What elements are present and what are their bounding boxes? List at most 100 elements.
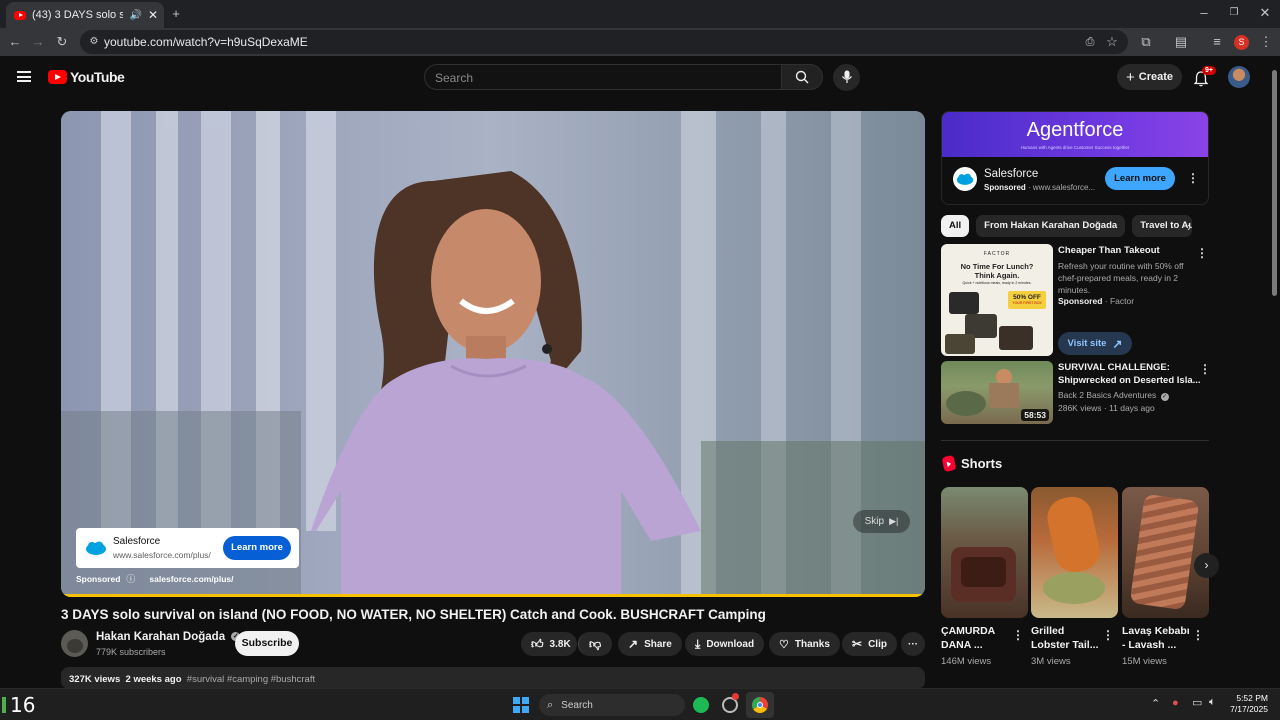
speaker-icon[interactable]: 🔊 [129, 10, 141, 21]
chip-travel[interactable]: Travel to Au [1132, 215, 1193, 237]
related-video-channel[interactable]: Back 2 Basics Adventures ✓ [1058, 390, 1169, 401]
browser-tab[interactable]: (43) 3 DAYS solo survival on 🔊 ✕ [6, 2, 164, 28]
chips-next-icon[interactable]: › [1187, 219, 1191, 234]
chip-from-channel[interactable]: From Hakan Karahan Doğada [976, 215, 1126, 237]
skip-ad-button[interactable]: Skip ▶| [853, 510, 910, 533]
promo-menu-icon[interactable]: ⋮ [1196, 246, 1208, 260]
minimize-icon[interactable]: – [1196, 5, 1212, 21]
related-video-menu-icon[interactable]: ⋮ [1199, 362, 1211, 376]
create-button[interactable]: + Create [1117, 64, 1182, 90]
related-video-age: 11 days ago [1109, 403, 1155, 413]
short-thumbnail-1[interactable] [941, 487, 1028, 618]
player-ad-card[interactable]: Salesforce www.salesforce.com/plus/ Lear… [76, 528, 299, 568]
microphone-tray-icon[interactable]: ● [1172, 697, 1179, 709]
forward-icon[interactable]: → [30, 34, 46, 50]
address-bar[interactable]: ⚙ youtube.com/watch?v=h9uSqDexaME ⎙ ☆ [80, 30, 1128, 54]
short-menu-icon-1[interactable]: ⋮ [1012, 628, 1024, 642]
info-icon[interactable]: ⓘ [126, 572, 135, 585]
hamburger-menu-icon[interactable] [17, 71, 31, 82]
search-input[interactable]: Search [424, 64, 782, 90]
window-close-icon[interactable]: ✕ [1257, 5, 1273, 21]
ad-menu-icon[interactable]: ⋮ [1187, 171, 1199, 185]
weather-widget[interactable]: 16 [2, 693, 35, 717]
sidepanel-icon[interactable]: ▤ [1173, 34, 1189, 50]
external-link-icon: ↗ [1112, 336, 1123, 351]
video-player[interactable]: Salesforce www.salesforce.com/plus/ Lear… [61, 111, 925, 597]
short-menu-icon-2[interactable]: ⋮ [1102, 628, 1114, 642]
short-thumbnail-3[interactable] [1122, 487, 1209, 618]
download-button[interactable]: ⤓ Download [685, 632, 765, 656]
notifications-button[interactable]: 9+ [1192, 66, 1216, 89]
youtube-logo[interactable]: YouTube [48, 69, 125, 85]
youtube-header: YouTube Search + Create 9+ [0, 56, 1270, 100]
short-title-3[interactable]: Lavaş Kebabı - Lavash ... [1122, 624, 1194, 652]
related-video-thumbnail[interactable]: 58:53 [941, 361, 1053, 424]
ad-learn-more-button[interactable]: Learn more [223, 536, 291, 560]
short-title-1[interactable]: ÇAMURDA DANA ... [941, 624, 1013, 652]
new-tab-icon[interactable]: + [168, 6, 184, 22]
discount-badge: 50% OFF YOUR FIRST BOX [1008, 291, 1046, 309]
short-title-2[interactable]: Grilled Lobster Tail... [1031, 624, 1103, 652]
tray-chevron-icon[interactable]: ⌃ [1151, 697, 1160, 710]
promo-thumbnail[interactable]: FACTOR No Time For Lunch? Think Again. Q… [941, 244, 1053, 356]
taskbar-search[interactable]: ⌕ Search [539, 694, 685, 716]
start-button[interactable] [513, 697, 529, 713]
short-menu-icon-3[interactable]: ⋮ [1192, 628, 1204, 642]
ad-banner[interactable]: Agentforce Humans with Agents drive Cust… [942, 112, 1208, 157]
chrome-app-icon[interactable] [746, 692, 774, 718]
scrollbar-thumb[interactable] [1272, 70, 1277, 296]
more-actions-button[interactable]: ··· [901, 632, 925, 656]
meal-tray-4 [999, 326, 1033, 350]
hashtags[interactable]: #survival #camping #bushcraft [187, 674, 315, 685]
page-scrollbar[interactable] [1270, 56, 1280, 688]
spotify-app-icon[interactable] [693, 697, 709, 713]
salesforce-logo-icon [956, 173, 974, 185]
back-icon[interactable]: ← [7, 34, 23, 50]
promo-title[interactable]: Cheaper Than Takeout [1058, 244, 1160, 257]
ad-display-url[interactable]: salesforce.com/plus/ [149, 574, 233, 584]
restore-icon[interactable]: ❐ [1226, 5, 1242, 21]
app-icon[interactable] [722, 693, 739, 713]
clock[interactable]: 5:52 PM 7/17/2025 [1228, 693, 1268, 715]
channel-name[interactable]: Hakan Karahan Doğada ✓ [96, 631, 241, 643]
site-info-icon[interactable]: ⚙ [86, 34, 102, 50]
search-button[interactable] [781, 64, 823, 90]
account-avatar[interactable] [1228, 66, 1250, 88]
visit-site-button[interactable]: Visit site ↗ [1058, 332, 1132, 355]
related-video-title[interactable]: SURVIVAL CHALLENGE: Shipwrecked on Deser… [1058, 361, 1201, 387]
scissors-icon: ✂ [852, 637, 863, 651]
sidebar-ad[interactable]: Agentforce Humans with Agents drive Cust… [941, 111, 1209, 205]
more-horizontal-icon: ··· [908, 638, 918, 650]
dislike-button[interactable]: 👎︎ [578, 632, 612, 656]
chip-all[interactable]: All [941, 215, 970, 237]
description-box[interactable]: 327K views 2 weeks ago #survival #campin… [61, 667, 925, 689]
volume-icon[interactable]: 🔈︎ [1209, 696, 1216, 709]
media-control-icon[interactable]: ≡ [1209, 34, 1225, 50]
video-duration: 58:53 [1021, 409, 1049, 421]
thanks-button[interactable]: ♡ Thanks [769, 632, 840, 656]
clip-button[interactable]: ✂ Clip [842, 632, 897, 656]
sidebar-ad-learn-more-button[interactable]: Learn more [1105, 167, 1175, 190]
voice-search-button[interactable] [833, 64, 860, 91]
upload-date: 2 weeks ago [125, 674, 182, 685]
bookmark-star-icon[interactable]: ☆ [1104, 34, 1120, 50]
notification-badge: 9+ [1202, 66, 1216, 75]
extensions-icon[interactable]: ⧉ [1138, 34, 1154, 50]
short-thumbnail-2[interactable] [1031, 487, 1118, 618]
shorts-next-button[interactable]: › [1194, 553, 1219, 578]
download-icon: ⤓ [695, 636, 701, 651]
like-button[interactable]: 👍︎ 3.8K [521, 632, 577, 656]
meal-tray-3 [945, 334, 975, 354]
profile-avatar[interactable]: S [1234, 35, 1249, 50]
ad-progress-bar[interactable] [61, 594, 925, 597]
install-app-icon[interactable]: ⎙ [1082, 34, 1098, 50]
short-views-1: 146M views [941, 656, 992, 667]
channel-avatar[interactable] [61, 630, 88, 657]
subscribe-button[interactable]: Subscribe [235, 631, 299, 656]
ad-banner-subtitle: Humans with Agents drive Customer Succes… [1020, 145, 1130, 150]
tab-close-icon[interactable]: ✕ [148, 8, 158, 22]
network-icon[interactable]: ▭ [1192, 696, 1202, 709]
reload-icon[interactable]: ↻ [54, 34, 70, 50]
browser-menu-icon[interactable]: ⋮ [1258, 34, 1274, 50]
share-button[interactable]: ↗ Share [618, 632, 682, 656]
